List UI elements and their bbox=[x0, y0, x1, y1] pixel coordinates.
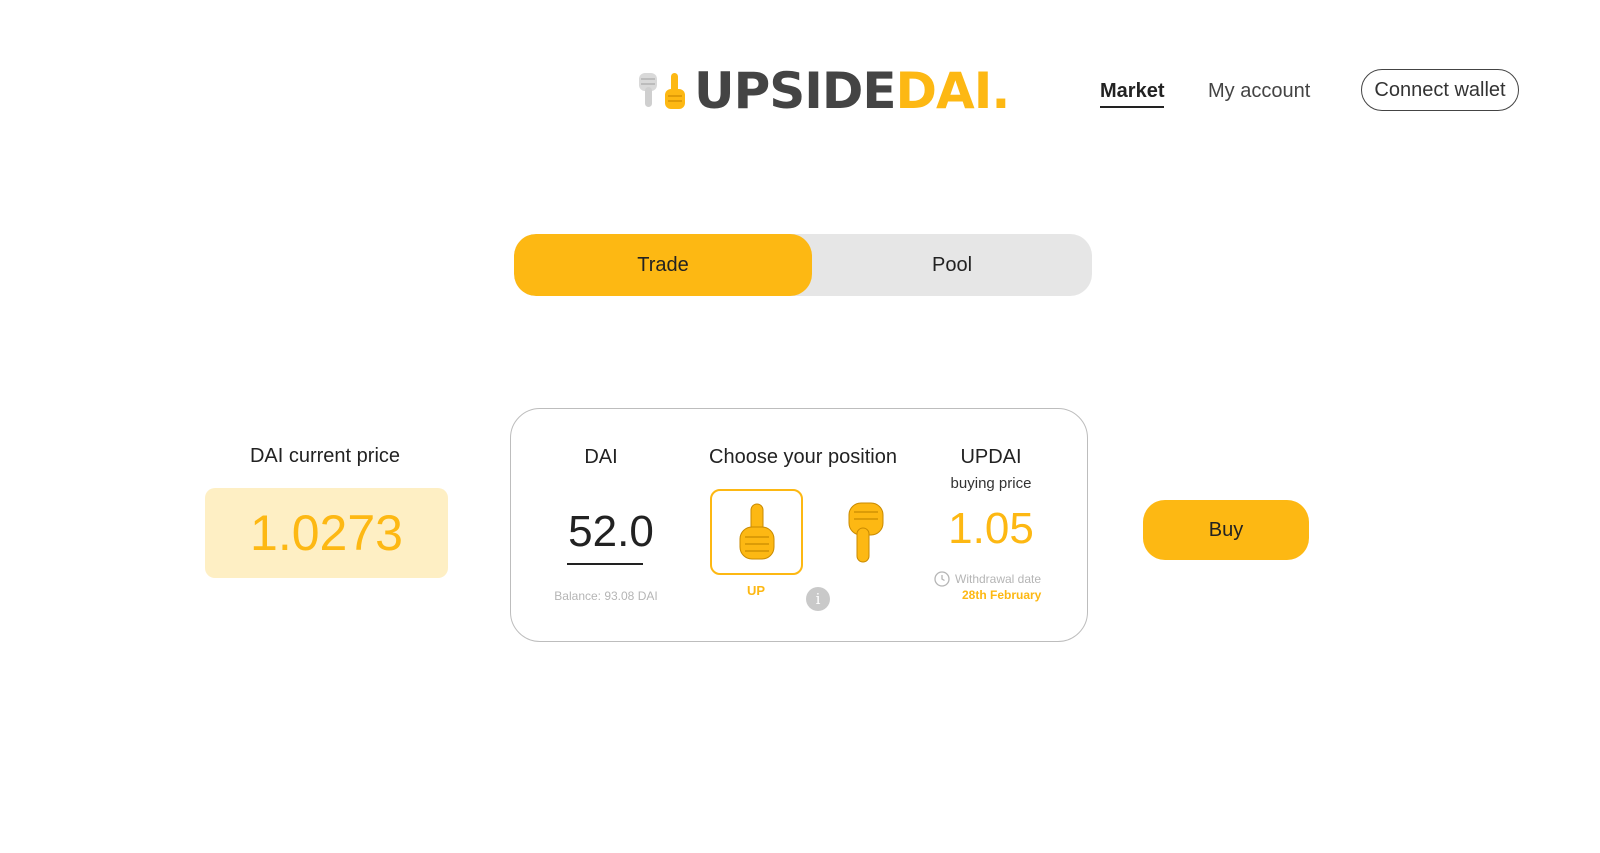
brand-logo[interactable]: UPSIDEDAI. bbox=[636, 66, 1010, 116]
pointing-up-hand-icon bbox=[739, 503, 774, 560]
info-icon[interactable]: i bbox=[806, 587, 830, 611]
logo-hands bbox=[636, 71, 688, 111]
current-price-label: DAI current price bbox=[249, 445, 401, 467]
clock-icon bbox=[934, 571, 950, 587]
pointing-down-hand-icon bbox=[848, 502, 884, 563]
buy-button[interactable]: Buy bbox=[1143, 500, 1309, 560]
brand-name-part1: UPSIDE bbox=[694, 62, 897, 120]
brand-name-part2: DAI. bbox=[895, 62, 1011, 120]
position-label: Choose your position bbox=[709, 446, 897, 468]
nav-market-link[interactable]: Market bbox=[1100, 80, 1165, 108]
trade-pool-tabs: Trade Pool bbox=[514, 234, 1092, 296]
amount-underline bbox=[567, 563, 643, 565]
token-label: UPDAI bbox=[960, 446, 1022, 468]
brand-wordmark: UPSIDEDAI. bbox=[694, 66, 1010, 116]
page: UPSIDEDAI. Market My account Connect wal… bbox=[0, 0, 1600, 853]
position-up-button[interactable] bbox=[710, 489, 803, 575]
selected-position-label: UP bbox=[746, 583, 766, 598]
dai-label: DAI bbox=[584, 446, 618, 468]
withdrawal-date-label: Withdrawal date bbox=[955, 572, 1042, 586]
pointing-up-hand-icon bbox=[665, 73, 685, 109]
balance-text: Balance: 93.08 DAI bbox=[554, 589, 658, 603]
dai-amount-input[interactable]: 52.0 bbox=[561, 507, 661, 557]
connect-wallet-button[interactable]: Connect wallet bbox=[1361, 69, 1519, 111]
token-sublabel: buying price bbox=[950, 475, 1032, 492]
trade-card: DAI Choose your position UPDAI buying pr… bbox=[510, 408, 1088, 642]
tab-pool[interactable]: Pool bbox=[812, 234, 1092, 296]
buying-price-value: 1.05 bbox=[948, 504, 1034, 553]
position-down-button[interactable] bbox=[836, 497, 896, 569]
current-price-value: 1.0273 bbox=[250, 505, 403, 561]
pointing-down-hand-icon bbox=[639, 73, 657, 107]
nav-my-account-link[interactable]: My account bbox=[1208, 80, 1310, 103]
current-price-box: 1.0273 bbox=[205, 488, 448, 578]
tab-trade[interactable]: Trade bbox=[514, 234, 812, 296]
withdrawal-date-value: 28th February bbox=[962, 588, 1042, 602]
